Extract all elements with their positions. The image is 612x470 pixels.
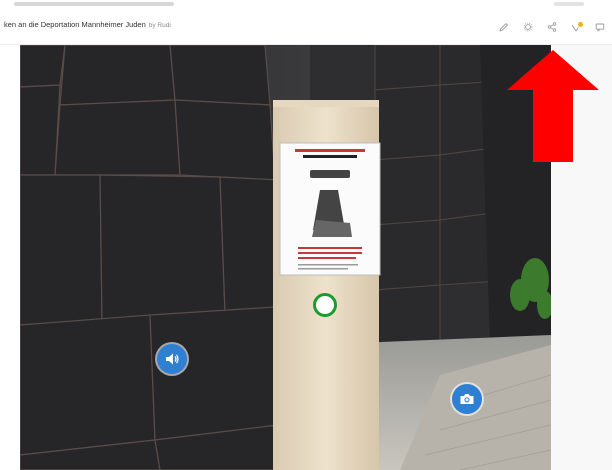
tour-title-text: ken an die Deportation Mannheimer Juden (4, 20, 146, 29)
comment-icon (595, 23, 605, 32)
tour-toolbar (498, 18, 606, 36)
camera-icon (460, 394, 474, 404)
tour-author[interactable]: by Rudi (149, 22, 171, 29)
share-icon (547, 22, 557, 32)
blurred-links (554, 2, 584, 6)
image-hotspot[interactable] (452, 384, 482, 414)
share-button[interactable] (546, 21, 558, 33)
browser-top-strip (0, 0, 612, 12)
blurred-breadcrumb (14, 2, 174, 6)
panorama-viewer[interactable] (20, 45, 551, 470)
settings-button[interactable] (522, 21, 534, 33)
audio-hotspot[interactable] (157, 344, 187, 374)
ar-view-button[interactable] (570, 21, 584, 33)
info-hotspot[interactable] (313, 293, 337, 317)
notification-badge (577, 21, 584, 28)
speaker-icon (166, 353, 179, 365)
settings-icon (523, 22, 533, 32)
tour-header: ken an die Deportation Mannheimer Juden b… (0, 12, 612, 45)
pencil-icon (499, 22, 509, 32)
edit-button[interactable] (498, 21, 510, 33)
tour-title: ken an die Deportation Mannheimer Juden b… (4, 20, 171, 29)
right-panel (551, 45, 612, 470)
comment-button[interactable] (594, 21, 606, 33)
